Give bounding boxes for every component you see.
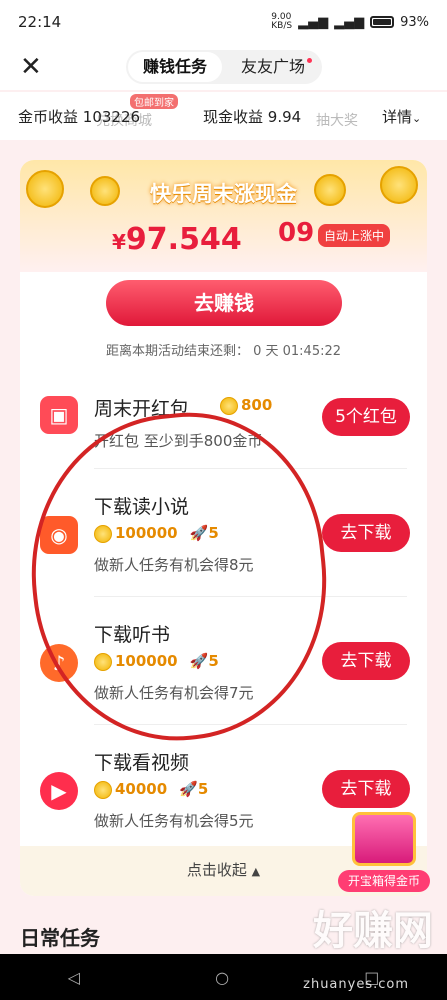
back-icon[interactable]: ◁ — [68, 968, 80, 987]
cash-amount-value: 97.544 — [125, 222, 242, 257]
task-desc: 做新人任务有机会得8元 — [94, 556, 254, 574]
task-reward-coins: 40000 — [115, 780, 168, 798]
coin-earnings[interactable]: 金币收益 103226 — [18, 106, 140, 127]
task-reward: 100000 🚀5 — [94, 652, 219, 671]
notification-dot — [307, 58, 312, 63]
task-desc: 做新人任务有机会得7元 — [94, 684, 254, 702]
weekend-cash-card: 快乐周末涨现金 ¥97.544 09 自动上涨中 去赚钱 距离本期活动结束还剩：… — [20, 160, 427, 896]
task-download-audiobook: ♪ 下载听书 100000 🚀5 做新人任务有机会得7元 去下载 — [20, 614, 427, 742]
video-app-icon: ▶ — [40, 772, 78, 810]
coin-icon — [220, 396, 238, 415]
download-button[interactable]: 去下载 — [322, 514, 410, 552]
task-desc: 做新人任务有机会得5元 — [94, 812, 254, 830]
cash-amount: ¥97.544 — [112, 222, 242, 257]
cash-earnings-value: 9.94 — [267, 108, 302, 126]
earnings-bar: 兑换商城 抽大奖 包邮到家 金币收益 103226 现金收益 9.94 详情⌄ — [0, 92, 447, 140]
task-reward: 800 — [220, 396, 272, 415]
weekend-banner: 快乐周末涨现金 ¥97.544 09 自动上涨中 — [20, 160, 427, 272]
status-time: 22:14 — [18, 13, 62, 31]
task-name: 下载看视频 — [94, 752, 190, 774]
detail-link[interactable]: 详情⌄ — [382, 106, 421, 127]
coin-icon — [94, 780, 112, 799]
task-reward-coins: 800 — [241, 396, 273, 414]
watermark-logo: 好赚网 — [313, 908, 433, 954]
task-reward-rocket: 5 — [208, 652, 219, 670]
coin-earnings-value: 103226 — [82, 108, 141, 126]
task-reward-rocket: 5 — [208, 524, 219, 542]
task-download-novel: ◉ 下载读小说 100000 🚀5 做新人任务有机会得8元 去下载 — [20, 486, 427, 614]
rocket-icon: 🚀 — [189, 524, 209, 542]
redpacket-icon: ▣ — [40, 396, 78, 434]
task-reward-coins: 100000 — [115, 652, 178, 670]
tab-earn-tasks[interactable]: 赚钱任务 — [128, 52, 222, 82]
top-nav: ✕ 赚钱任务 友友广场 — [0, 44, 447, 90]
divider — [94, 724, 407, 725]
status-bar: 22:14 9.00 KB/S ▂▄▆ ▂▄▆ 93% — [0, 0, 447, 44]
coin-icon — [94, 524, 112, 543]
signal-icon-2: ▂▄▆ — [334, 14, 365, 30]
task-name: 下载读小说 — [94, 496, 190, 518]
task-reward-coins: 100000 — [115, 524, 178, 542]
cash-earnings[interactable]: 现金收益 9.94 — [203, 106, 301, 127]
novel-app-icon: ◉ — [40, 516, 78, 554]
battery-icon — [370, 16, 395, 28]
battery-percent: 93% — [400, 14, 429, 30]
signal-icon: ▂▄▆ — [298, 14, 329, 30]
tab-friends-plaza-label: 友友广场 — [240, 57, 305, 76]
rocket-icon: 🚀 — [179, 780, 198, 798]
task-reward: 40000 🚀5 — [94, 780, 208, 799]
tab-switcher: 赚钱任务 友友广场 — [126, 50, 322, 84]
treasure-chest-icon — [352, 812, 416, 866]
home-icon[interactable]: ○ — [215, 968, 229, 987]
cash-earnings-label: 现金收益 — [203, 108, 264, 126]
ghost-draw-label: 抽大奖 — [316, 113, 358, 129]
network-speed: 9.00 KB/S — [271, 12, 293, 31]
task-reward-rocket: 5 — [197, 780, 209, 798]
countdown-text: 距离本期活动结束还剩： 0 天 01:45:22 — [105, 344, 342, 359]
divider — [94, 596, 407, 597]
caret-up-icon: ▲ — [251, 865, 261, 878]
status-icons: 9.00 KB/S ▂▄▆ ▂▄▆ 93% — [271, 13, 429, 31]
collapse-label: 点击收起 — [186, 861, 247, 879]
task-weekend-redpacket: ▣ 周末开红包 800 开红包 至少到手800金币 5个红包 — [20, 372, 427, 500]
cash-amount-roll: 09 — [278, 218, 315, 248]
daily-tasks-title: 日常任务 — [20, 926, 100, 950]
treasure-chest[interactable]: 开宝箱得金币 — [338, 806, 430, 896]
currency-symbol: ¥ — [112, 230, 126, 254]
audiobook-app-icon: ♪ — [40, 644, 78, 682]
coin-earnings-label: 金币收益 — [18, 108, 79, 126]
task-reward: 100000 🚀5 — [94, 524, 219, 543]
tab-friends-plaza[interactable]: 友友广场 — [226, 52, 320, 82]
divider — [94, 468, 407, 469]
watermark-url: zhuanyes.com — [303, 977, 409, 992]
open-redpacket-button[interactable]: 5个红包 — [322, 398, 410, 436]
banner-title: 快乐周末涨现金 — [150, 182, 297, 206]
download-button[interactable]: 去下载 — [322, 642, 410, 680]
chevron-down-icon: ⌄ — [412, 112, 422, 125]
download-button[interactable]: 去下载 — [322, 770, 410, 808]
task-name: 周末开红包 — [94, 398, 190, 420]
task-desc: 开红包 至少到手800金币 — [94, 432, 263, 450]
auto-increase-badge: 自动上涨中 — [318, 224, 391, 247]
chest-label: 开宝箱得金币 — [338, 870, 430, 892]
task-name: 下载听书 — [94, 624, 171, 646]
coin-icon — [94, 652, 112, 671]
close-icon[interactable]: ✕ — [20, 52, 42, 82]
go-earn-button[interactable]: 去赚钱 — [106, 280, 342, 326]
detail-label: 详情 — [382, 108, 413, 126]
rocket-icon: 🚀 — [189, 652, 209, 670]
